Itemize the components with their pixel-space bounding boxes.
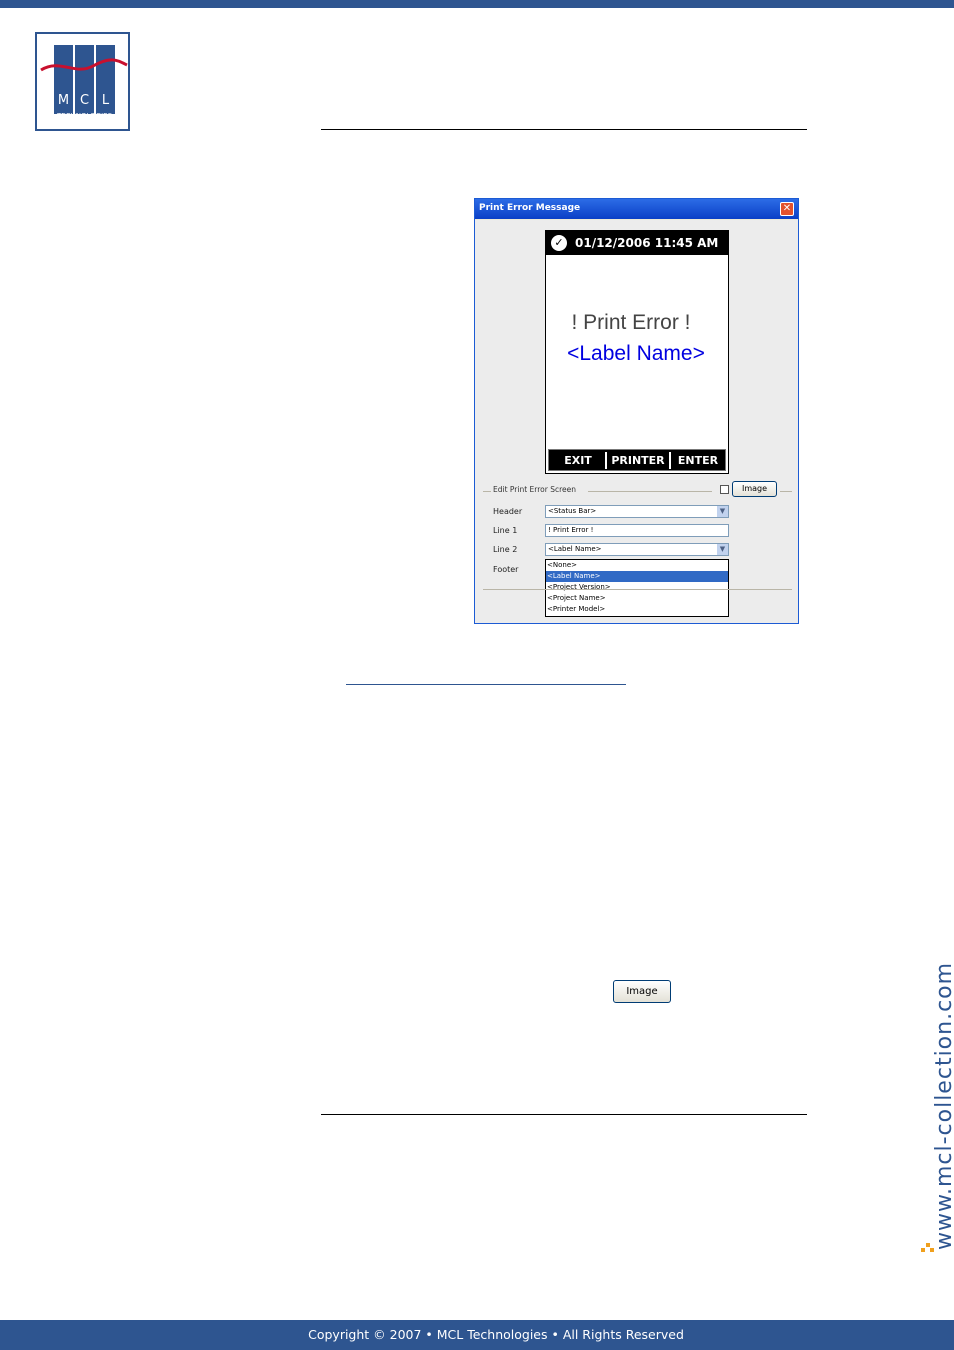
footer-bar: Copyright © 2007 • MCL Technologies • Al… (0, 1320, 954, 1350)
line2-select[interactable]: <Label Name> ▼ (545, 543, 729, 556)
print-error-dialog: Print Error Message ✕ ✓ 01/12/2006 11:45… (474, 198, 799, 624)
dialog-body: ✓ 01/12/2006 11:45 AM ! Print Error ! <L… (475, 220, 798, 623)
footer-label: Footer (493, 565, 519, 574)
header-select-value: <Status Bar> (548, 507, 597, 515)
dialog-title-bar[interactable]: Print Error Message ✕ (475, 199, 798, 219)
chevron-down-icon[interactable]: ▼ (717, 506, 728, 517)
logo-letter-l: L (102, 93, 110, 108)
dropdown-option[interactable]: <Project Name> (546, 593, 728, 604)
group-label: Edit Print Error Screen (493, 485, 576, 494)
device-status-bar: ✓ 01/12/2006 11:45 AM (546, 231, 728, 255)
copyright-text: Copyright © 2007 • MCL Technologies • Al… (308, 1327, 684, 1342)
softkey-exit[interactable]: EXIT (551, 453, 605, 468)
preview-line1: ! Print Error ! (571, 311, 691, 334)
footer-rule (321, 1114, 807, 1115)
dropdown-option[interactable]: <None> (546, 560, 728, 571)
check-icon: ✓ (551, 235, 567, 251)
logo-letter-c: C (80, 93, 89, 108)
line2-label: Line 2 (493, 545, 518, 554)
softkey-printer[interactable]: PRINTER (607, 453, 669, 468)
softkey-bar: EXIT PRINTER ENTER (548, 449, 726, 471)
image-button: Image (613, 980, 671, 1003)
dropdown-option[interactable]: <Printer Model> (546, 604, 728, 615)
mcl-logo: M C L TECHNOLOGIES (35, 32, 130, 131)
header-select[interactable]: <Status Bar> ▼ (545, 505, 729, 518)
dialog-title: Print Error Message (479, 203, 581, 213)
website-url: www.mcl-collection.com (932, 961, 954, 1250)
header-rule (321, 129, 807, 130)
line2-select-value: <Label Name> (548, 545, 602, 553)
group-border (588, 491, 712, 492)
dropdown-option[interactable]: <Project Version> (546, 582, 728, 593)
device-preview: ✓ 01/12/2006 11:45 AM ! Print Error ! <L… (545, 230, 729, 474)
close-icon[interactable]: ✕ (780, 202, 794, 216)
group-bottom-border (483, 589, 792, 590)
group-border (780, 491, 792, 492)
chevron-down-icon[interactable]: ▼ (717, 544, 728, 555)
logo-letter-m: M (58, 93, 69, 108)
link-underline[interactable] (346, 684, 626, 685)
line1-input[interactable]: ! Print Error ! (545, 524, 729, 537)
line2-dropdown-list: <None> <Label Name> <Project Version> <P… (545, 559, 729, 617)
group-border (483, 491, 491, 492)
preview-line2: <Label Name> (567, 342, 705, 365)
dialog-image-button[interactable]: Image (732, 481, 777, 497)
dropdown-option-selected[interactable]: <Label Name> (546, 571, 728, 582)
image-checkbox[interactable] (720, 485, 729, 494)
logo-subtitle: TECHNOLOGIES (56, 112, 113, 120)
line1-label: Line 1 (493, 526, 518, 535)
device-datetime: 01/12/2006 11:45 AM (575, 236, 719, 250)
top-bar (0, 0, 954, 8)
softkey-enter[interactable]: ENTER (671, 453, 725, 468)
header-label: Header (493, 507, 523, 516)
